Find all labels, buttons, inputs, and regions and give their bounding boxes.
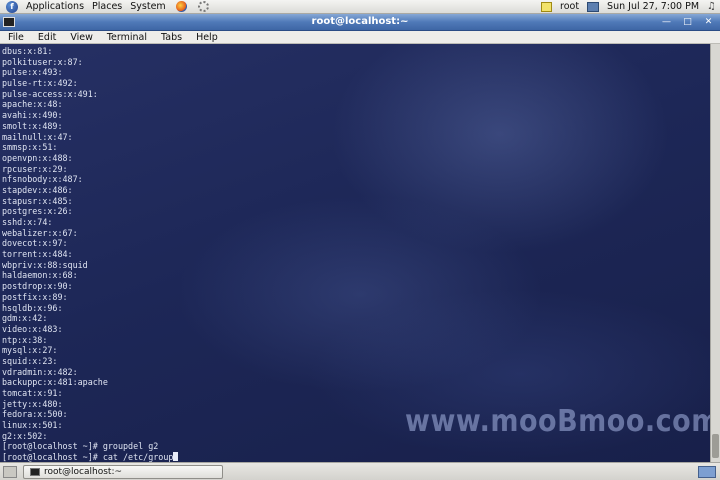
terminal-line: pulse-access:x:491:: [2, 88, 98, 99]
terminal-line: polkituser:x:87:: [2, 56, 83, 67]
terminal-line: gdm:x:42:: [2, 313, 48, 324]
terminal-line: torrent:x:484:: [2, 249, 73, 260]
show-desktop-icon[interactable]: [3, 465, 17, 478]
terminal-line: fedora:x:500:: [2, 409, 68, 420]
terminal-line: tomcat:x:91:: [2, 388, 63, 398]
terminal-line: dovecot:x:97:: [2, 238, 68, 249]
terminal-line: dbus:x:81:: [2, 46, 53, 56]
terminal-line: webalizer:x:67:: [2, 227, 78, 238]
terminal-line: postgres:x:26:: [2, 206, 73, 217]
system-menu[interactable]: System: [126, 0, 169, 14]
notes-icon[interactable]: [537, 0, 556, 14]
terminal-line: stapdev:x:486:: [2, 184, 73, 195]
terminal-line: [root@localhost ~]# groupdel g2: [2, 441, 159, 452]
command-text: [root@localhost ~]# cat /etc/group: [2, 452, 174, 462]
terminal-line: nfsnobody:x:487:: [2, 174, 83, 185]
terminal-line: linux:x:501:: [2, 420, 63, 431]
terminal-line: vdradmin:x:482:: [2, 366, 78, 377]
terminal-line: rpcuser:x:29:: [2, 163, 68, 174]
terminal-scrollbar[interactable]: [710, 44, 720, 462]
terminal-line: postfix:x:89:: [2, 291, 68, 302]
terminal-icon: [30, 467, 40, 476]
network-icon[interactable]: [583, 0, 603, 14]
terminal-line: sshd:x:74:: [2, 217, 53, 227]
terminal-line: g2:x:502:: [2, 430, 48, 441]
applications-menu[interactable]: Applications: [22, 0, 88, 14]
window-titlebar[interactable]: root@localhost:~ — □ ✕: [0, 14, 720, 31]
text-cursor: [173, 452, 179, 462]
terminal-line: wbpriv:x:88:squid: [2, 259, 88, 270]
terminal-line: squid:x:23:: [2, 355, 58, 366]
scrollbar-thumb[interactable]: [712, 434, 719, 458]
menu-tabs[interactable]: Tabs: [157, 32, 186, 43]
maximize-button[interactable]: □: [681, 16, 694, 28]
taskbar-terminal-button[interactable]: root@localhost:~: [23, 464, 223, 479]
places-menu[interactable]: Places: [88, 0, 126, 14]
menubar: File Edit View Terminal Tabs Help: [0, 31, 720, 44]
terminal-line: smolt:x:489:: [2, 120, 63, 131]
firefox-launcher-icon[interactable]: [170, 0, 191, 14]
terminal-line: mysql:x:27:: [2, 345, 58, 356]
minimize-button[interactable]: —: [660, 16, 673, 28]
top-panel: f Applications Places System root Sun Ju…: [0, 0, 720, 14]
terminal-line: backuppc:x:481:apache: [2, 377, 108, 388]
terminal-line: stapusr:x:485:: [2, 195, 73, 206]
user-name[interactable]: root: [556, 0, 583, 14]
menu-file[interactable]: File: [4, 32, 28, 43]
terminal-line: apache:x:48:: [2, 99, 63, 110]
terminal-line: haldaemon:x:68:: [2, 270, 78, 281]
close-button[interactable]: ✕: [702, 16, 715, 28]
terminal-line: smmsp:x:51:: [2, 142, 58, 153]
settings-launcher-icon[interactable]: [191, 0, 213, 14]
terminal-line: ntp:x:38:: [2, 334, 48, 345]
terminal-line: video:x:483:: [2, 323, 63, 334]
taskbar-label: root@localhost:~: [44, 466, 123, 477]
watermark: www.mooBmoo.com: [405, 404, 720, 439]
volume-icon[interactable]: ♫: [703, 0, 720, 14]
terminal-line: hsqldb:x:96:: [2, 302, 63, 313]
terminal-line: pulse-rt:x:492:: [2, 78, 78, 89]
bottom-panel: root@localhost:~: [0, 462, 720, 480]
fedora-logo-icon[interactable]: f: [0, 0, 22, 14]
terminal-line: mailnull:x:47:: [2, 131, 73, 142]
menu-terminal[interactable]: Terminal: [103, 32, 151, 43]
terminal-line: openvpn:x:488:: [2, 152, 73, 163]
terminal-output: dbus:x:81: polkituser:x:87: pulse:x:493: pu…: [2, 46, 179, 462]
menu-view[interactable]: View: [66, 32, 97, 43]
terminal-line: postdrop:x:90:: [2, 281, 73, 292]
terminal-area[interactable]: dbus:x:81: polkituser:x:87: pulse:x:493: pu…: [0, 44, 720, 462]
workspace-switcher[interactable]: [698, 465, 716, 478]
clock[interactable]: Sun Jul 27, 7:00 PM: [603, 0, 703, 14]
menu-help[interactable]: Help: [192, 32, 222, 43]
terminal-line: jetty:x:480:: [2, 398, 63, 409]
terminal-line: avahi:x:490:: [2, 110, 63, 121]
terminal-current-command: [root@localhost ~]# cat /etc/group: [2, 452, 179, 462]
terminal-line: pulse:x:493:: [2, 67, 63, 78]
window-title: root@localhost:~: [311, 16, 409, 27]
menu-edit[interactable]: Edit: [34, 32, 60, 43]
